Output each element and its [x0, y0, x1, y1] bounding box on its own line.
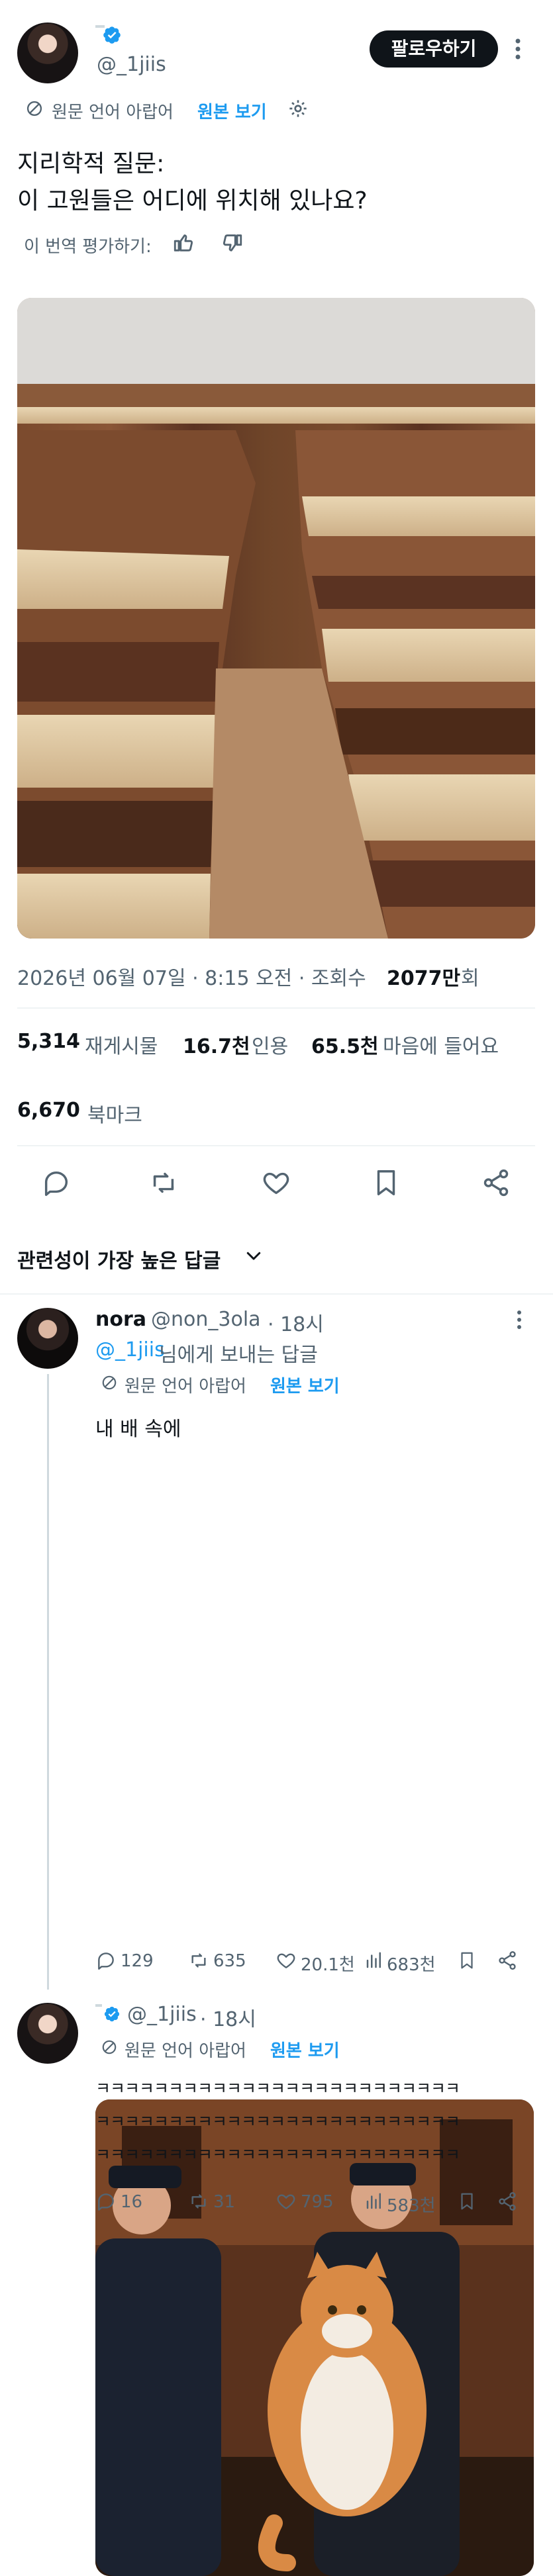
reply2-text-line-1: ㅋㅋㅋㅋㅋㅋㅋㅋㅋㅋㅋㅋㅋㅋㅋㅋㅋㅋㅋㅋㅋㅋㅋㅋㅋ: [95, 2079, 460, 2098]
thread-line: [47, 1374, 49, 1990]
reply2-reply-count[interactable]: 16: [121, 2192, 142, 2212]
follow-button[interactable]: 팔로우하기: [370, 30, 498, 68]
divider-2: [17, 1145, 535, 1146]
rate-translation-label: 이 번역 평가하기:: [24, 237, 152, 257]
reply1-more-icon[interactable]: [515, 1309, 523, 1330]
thumbs-up-icon[interactable]: [172, 232, 195, 254]
more-options-icon[interactable]: [514, 37, 522, 61]
reply1-replying-to-handle[interactable]: @_1jiis: [95, 1338, 165, 1361]
post-view-count: 2077만: [387, 967, 461, 990]
post-timestamp[interactable]: 2026년 06월 07일 · 8:15 오전 · 조회수: [17, 962, 366, 991]
reply1-image-police-cat[interactable]: [95, 2099, 534, 2576]
chevron-down-icon[interactable]: [244, 1246, 264, 1265]
reply1-view-count[interactable]: 683천: [387, 1951, 436, 1976]
reply1-time[interactable]: · 18시: [268, 1308, 324, 1337]
reply2-repost-count[interactable]: 31: [213, 2192, 235, 2212]
reply1-like-count[interactable]: 20.1천: [301, 1951, 355, 1976]
reply2-display-name-redacted[interactable]: [95, 2004, 102, 2007]
reposts-count[interactable]: 5,314: [17, 1030, 80, 1053]
reply2-view-count[interactable]: 583천: [387, 2192, 436, 2217]
reply2-reply-icon[interactable]: [95, 2191, 117, 2212]
like-heart-icon[interactable]: [261, 1168, 291, 1198]
reply2-share-icon[interactable]: [497, 2191, 518, 2212]
reply1-translate-icon: [101, 1374, 118, 1391]
share-icon[interactable]: [481, 1168, 511, 1198]
verified-badge-icon: [102, 25, 122, 45]
divider-3: [0, 1293, 553, 1295]
likes-count[interactable]: 65.5천: [311, 1030, 379, 1059]
reposts-label[interactable]: 재게시물: [85, 1030, 158, 1059]
reply2-text-line-3: ㅋㅋㅋㅋㅋㅋㅋㅋㅋㅋㅋㅋㅋㅋㅋㅋㅋㅋㅋㅋㅋㅋㅋㅋㅋ: [95, 2145, 460, 2164]
reply2-view-original-link[interactable]: 원본 보기: [270, 2037, 340, 2062]
reply1-display-name[interactable]: nora: [95, 1308, 146, 1331]
reply2-source-language: 원문 언어 아랍어: [125, 2041, 246, 2061]
reply1-replying-to-suffix: 님에게 보내는 답글: [159, 1344, 318, 1367]
reply1-handle[interactable]: @non_3ola: [151, 1308, 261, 1331]
reply1-avatar[interactable]: [17, 1308, 78, 1369]
reply2-bookmark-icon[interactable]: [457, 2191, 477, 2212]
reply2-like-heart-icon[interactable]: [276, 2191, 297, 2212]
reply1-text: 내 배 속에: [95, 1418, 181, 1441]
reply2-handle[interactable]: @_1jiis: [127, 2003, 197, 2026]
reply1-repost-count[interactable]: 635: [213, 1951, 246, 1971]
post-view-unit: 회: [461, 967, 479, 990]
reply-icon[interactable]: [41, 1168, 72, 1198]
translate-icon: [25, 99, 44, 118]
reply1-bookmark-icon[interactable]: [457, 1950, 477, 1971]
reply1-share-icon[interactable]: [497, 1950, 518, 1971]
repost-icon[interactable]: [148, 1168, 179, 1198]
reply1-view-original-link[interactable]: 원본 보기: [270, 1373, 340, 1397]
quotes-count[interactable]: 16.7천: [183, 1030, 250, 1059]
post-text-line-1: 지리학적 질문:: [17, 150, 165, 177]
bookmarks-count[interactable]: 6,670: [17, 1099, 80, 1122]
bookmark-icon[interactable]: [371, 1168, 401, 1198]
divider-1: [17, 1007, 535, 1009]
thumbs-down-icon[interactable]: [221, 232, 244, 254]
reply1-repost-icon[interactable]: [188, 1950, 209, 1971]
canyon-layers-graphic: [17, 298, 535, 939]
reply1-reply-count[interactable]: 129: [121, 1951, 154, 1971]
reply1-source-language: 원문 언어 아랍어: [125, 1377, 246, 1397]
settings-gear-icon[interactable]: [287, 98, 309, 119]
likes-label[interactable]: 마음에 들어요: [383, 1030, 499, 1059]
reply1-reply-icon[interactable]: [95, 1950, 117, 1971]
reply2-translate-icon: [101, 2039, 118, 2056]
bookmarks-label[interactable]: 북마크: [87, 1099, 142, 1128]
post-image-tiramisu-canyon[interactable]: [17, 298, 535, 939]
reply2-repost-icon[interactable]: [188, 2191, 209, 2212]
reply2-text-line-2: ㅋㅋㅋㅋㅋㅋㅋㅋㅋㅋㅋㅋㅋㅋㅋㅋㅋㅋㅋㅋㅋㅋㅋㅋㅋ: [95, 2112, 460, 2131]
source-language-label: 원문 언어 아랍어: [52, 103, 174, 122]
reply1-views-chart-icon[interactable]: [364, 1950, 384, 1971]
reply2-verified-badge-icon: [103, 2005, 121, 2023]
post-text-line-2: 이 고원들은 어디에 위치해 있나요?: [17, 187, 368, 214]
view-original-link[interactable]: 원본 보기: [197, 99, 267, 123]
author-avatar[interactable]: [17, 23, 78, 83]
author-handle[interactable]: @_1jiis: [97, 53, 166, 76]
reply2-views-chart-icon[interactable]: [364, 2191, 384, 2212]
quotes-label[interactable]: 인용: [252, 1030, 288, 1059]
reply2-avatar[interactable]: [17, 2003, 78, 2064]
reply1-like-heart-icon[interactable]: [276, 1950, 297, 1971]
reply-sort-dropdown[interactable]: 관련성이 가장 높은 답글: [17, 1244, 221, 1273]
reply2-like-count[interactable]: 795: [301, 2192, 334, 2212]
reply2-time[interactable]: · 18시: [200, 2003, 256, 2032]
police-carrying-cat-graphic: [95, 2099, 534, 2576]
